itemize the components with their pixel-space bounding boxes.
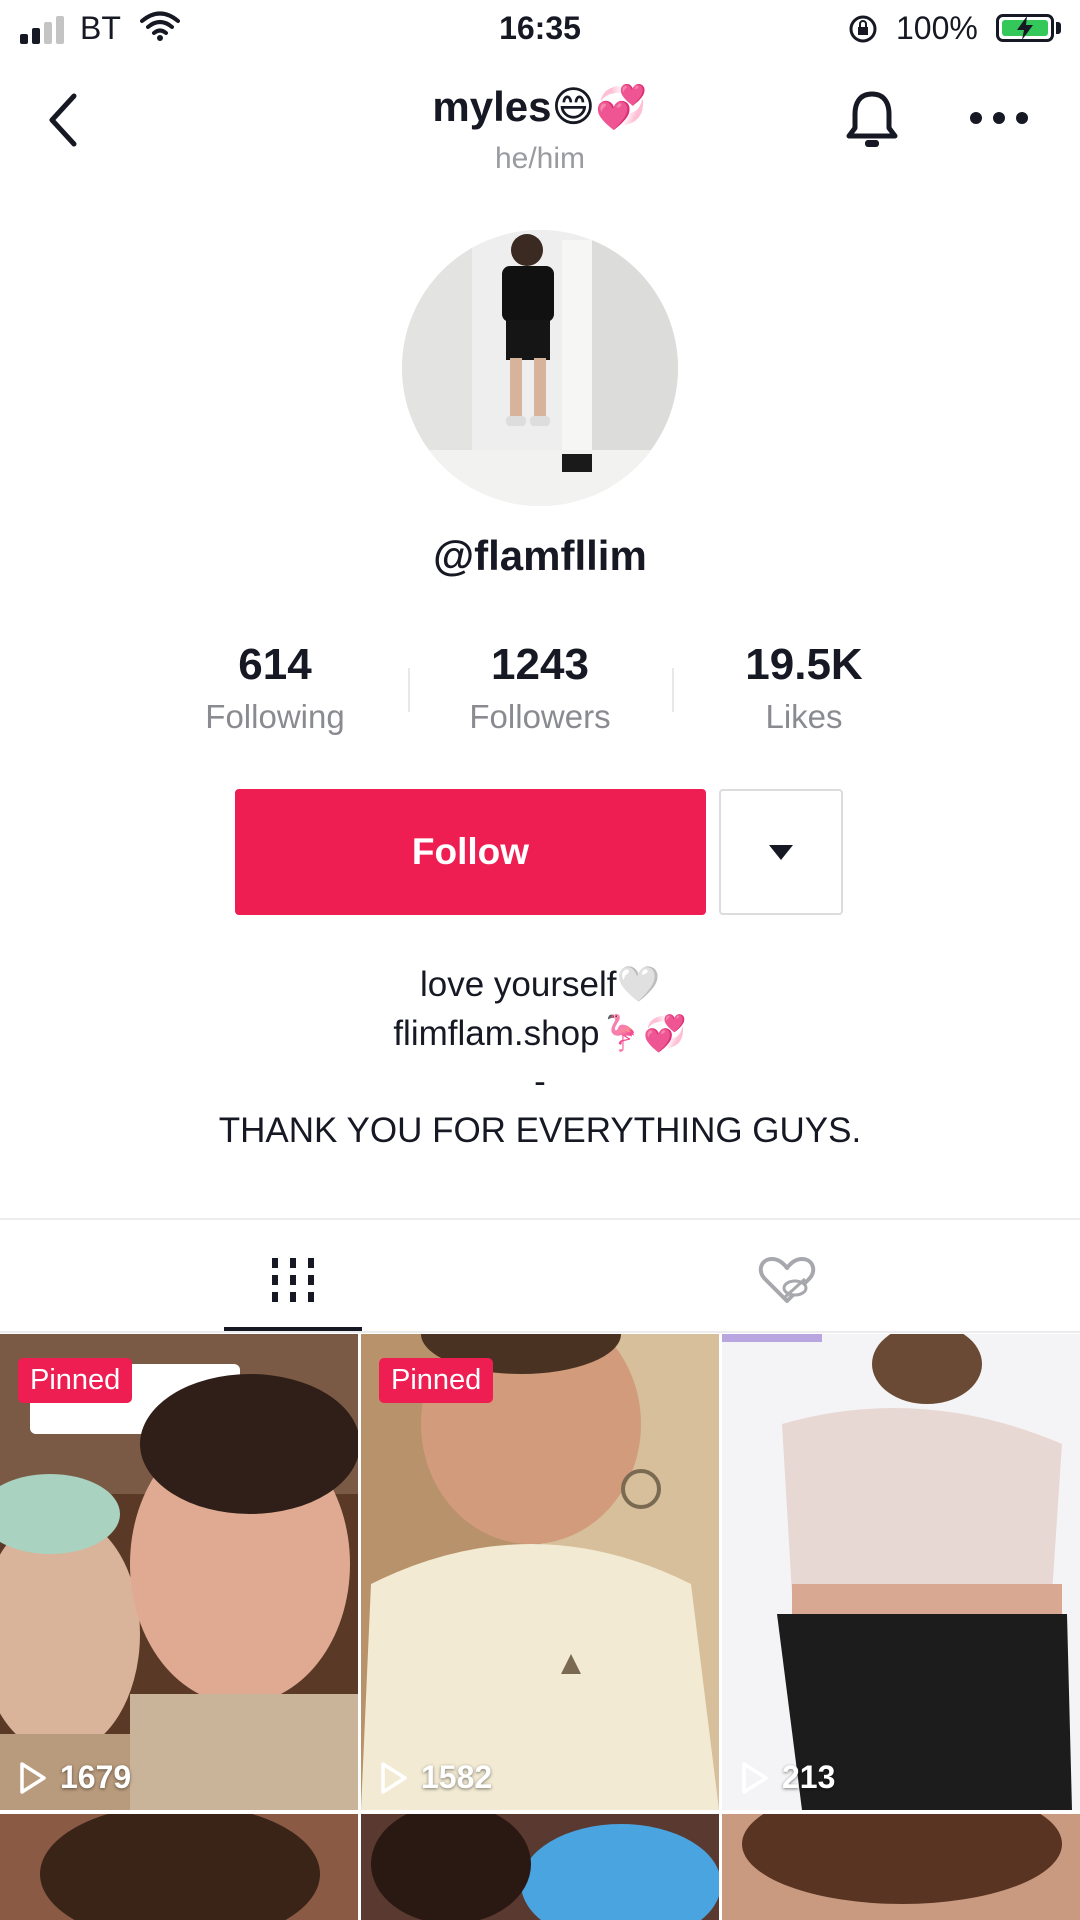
tab-videos[interactable]: [224, 1230, 362, 1330]
stat-likes[interactable]: 19.5K Likes: [684, 640, 924, 736]
stat-value: 614: [238, 640, 312, 689]
avatar[interactable]: [402, 230, 678, 506]
bio-line: THANK YOU FOR EVERYTHING GUYS.: [218, 1111, 862, 1150]
stat-value: 19.5K: [745, 640, 863, 689]
grid-icon: [272, 1258, 314, 1302]
stat-value: 1243: [491, 640, 589, 689]
battery-percent: 100%: [896, 10, 978, 46]
stat-followers[interactable]: 1243 Followers: [420, 640, 660, 736]
video-thumbnail: [0, 1334, 358, 1810]
stat-label: Followers: [469, 698, 611, 735]
video-tile[interactable]: [0, 1814, 358, 1920]
suggested-accounts-button[interactable]: [719, 789, 843, 915]
more-icon-dot: [993, 112, 1005, 124]
video-thumbnail: [361, 1334, 719, 1810]
video-thumbnail: [361, 1814, 719, 1920]
play-icon: [20, 1761, 46, 1794]
stat-label: Following: [205, 698, 345, 735]
rotation-lock-icon: [848, 14, 878, 49]
video-thumbnail: [722, 1334, 1080, 1810]
view-count: 213: [740, 1759, 835, 1796]
profile-name: myles😄💞: [432, 83, 648, 130]
video-tile[interactable]: Pinned 1679: [0, 1334, 358, 1810]
bell-icon: [846, 91, 898, 147]
video-tile[interactable]: [361, 1814, 719, 1920]
view-count-value: 1582: [421, 1759, 493, 1795]
pronouns: he/him: [494, 142, 586, 175]
username-handle: @flamfllim: [433, 532, 647, 579]
bio-line: -: [534, 1062, 546, 1101]
tab-liked[interactable]: [718, 1230, 856, 1330]
battery-nub: [1056, 22, 1061, 34]
play-icon: [381, 1761, 407, 1794]
pinned-badge: Pinned: [18, 1358, 133, 1403]
video-tile[interactable]: Pinned 1582: [361, 1334, 719, 1810]
notification-bell-button[interactable]: [843, 88, 901, 157]
follow-button[interactable]: Follow: [235, 789, 706, 915]
stat-divider: [672, 668, 674, 712]
stat-label: Likes: [765, 698, 843, 735]
view-count: 1679: [18, 1759, 131, 1796]
bio-line: love yourself🤍: [419, 965, 661, 1004]
caret-down-icon: [769, 844, 793, 860]
play-icon: [742, 1761, 768, 1794]
divider: [0, 1218, 1080, 1220]
view-count: 1582: [379, 1759, 492, 1796]
video-thumbnail: [0, 1814, 358, 1920]
video-thumbnail: [722, 1814, 1080, 1920]
stat-divider: [408, 668, 410, 712]
view-count-value: 213: [782, 1759, 836, 1795]
more-icon-dot: [970, 112, 982, 124]
liked-hidden-icon: [758, 1257, 816, 1303]
battery-icon: [996, 14, 1054, 42]
more-button[interactable]: [970, 112, 1028, 124]
avatar-photo: [402, 230, 678, 506]
bio-link[interactable]: flimflam.shop🦩💞: [0, 1013, 1080, 1054]
stat-following[interactable]: 614 Following: [155, 640, 395, 736]
video-tile[interactable]: 213: [722, 1334, 1080, 1810]
divider: [0, 1331, 1080, 1333]
status-bar: BT 16:35 100%: [0, 0, 1080, 60]
view-count-value: 1679: [60, 1759, 132, 1795]
pinned-badge: Pinned: [379, 1358, 494, 1403]
more-icon-dot: [1016, 112, 1028, 124]
video-tile[interactable]: [722, 1814, 1080, 1920]
